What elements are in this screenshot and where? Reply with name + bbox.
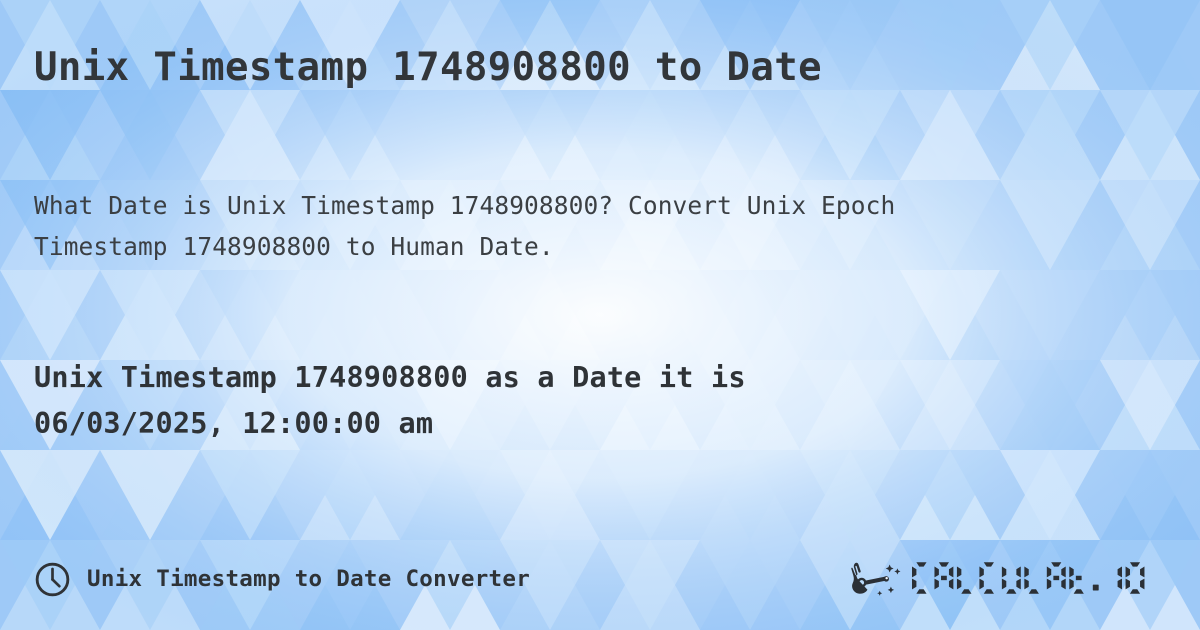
conversion-result: Unix Timestamp 1748908800 as a Date it i…	[34, 355, 1164, 447]
brand-logo[interactable]: CALCULAT.IO	[849, 558, 1148, 600]
page-description-line-2: Timestamp 1748908800 to Human Date.	[34, 232, 554, 261]
clock-icon	[35, 562, 70, 596]
conversion-result-line-1: Unix Timestamp 1748908800 as a Date it i…	[34, 361, 746, 394]
magic-wand-hand-icon	[851, 562, 901, 596]
page-title: Unix Timestamp 1748908800 to Date	[34, 45, 823, 90]
footer-left-group: Unix Timestamp to Date Converter	[34, 561, 530, 598]
page-description-line-1: What Date is Unix Timestamp 1748908800? …	[34, 191, 896, 220]
footer-label: Unix Timestamp to Date Converter	[87, 566, 531, 592]
conversion-result-line-2: 06/03/2025, 12:00:00 am	[34, 407, 434, 440]
footer: Unix Timestamp to Date Converter	[0, 548, 1200, 610]
brand-wordmark	[911, 562, 1145, 594]
page-description: What Date is Unix Timestamp 1748908800? …	[34, 185, 1154, 267]
page-content: Unix Timestamp 1748908800 to Date What D…	[0, 0, 1200, 630]
